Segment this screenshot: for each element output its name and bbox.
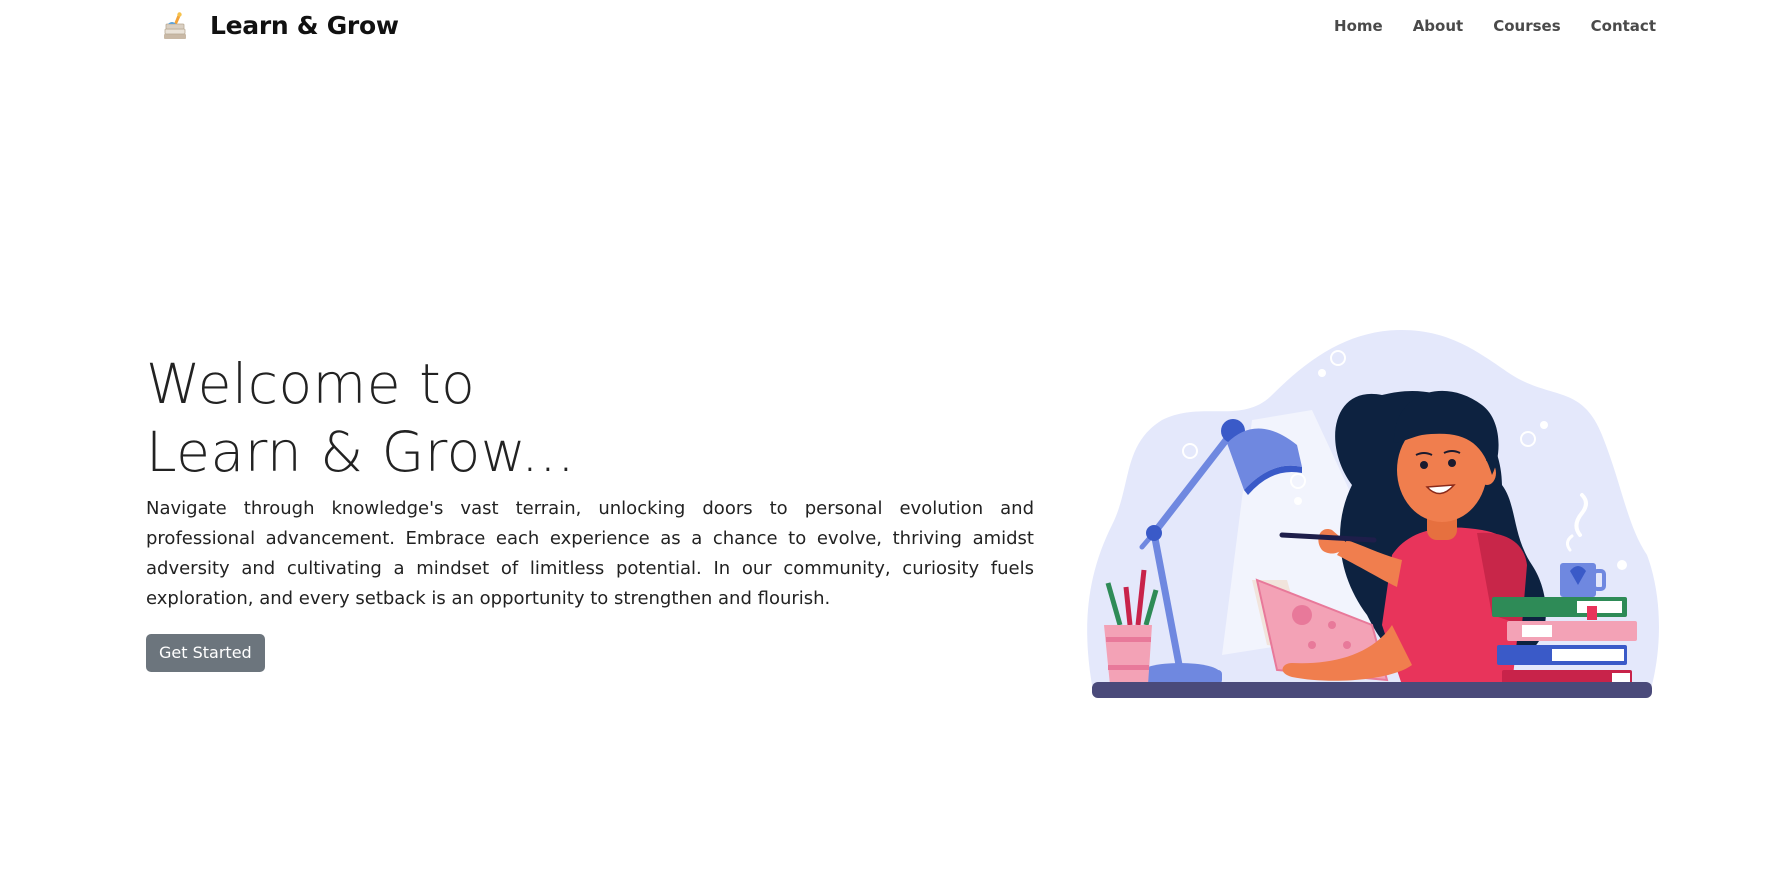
nav-links: Home About Courses Contact bbox=[1304, 16, 1656, 36]
girl-studying-illustration bbox=[1087, 330, 1659, 698]
hero-title-line1: Welcome to bbox=[146, 352, 476, 416]
brand-link[interactable]: Learn & Grow bbox=[160, 8, 399, 44]
get-started-button[interactable]: Get Started bbox=[146, 634, 265, 672]
hero-description: Navigate through knowledge's vast terrai… bbox=[146, 498, 1034, 609]
hero-section: Welcome to Learn & Grow... Navigate thro… bbox=[146, 350, 1036, 672]
nav-link-home[interactable]: Home bbox=[1334, 16, 1383, 36]
bubble bbox=[1102, 495, 1114, 507]
bubble bbox=[1108, 461, 1128, 481]
desk bbox=[1092, 682, 1652, 698]
nav-link-courses[interactable]: Courses bbox=[1493, 16, 1560, 36]
books-logo-icon bbox=[164, 12, 186, 39]
nav-link-about[interactable]: About bbox=[1413, 16, 1464, 36]
hero-title-line2: Learn & Grow... bbox=[146, 420, 576, 484]
bubble bbox=[1318, 369, 1326, 377]
hero-title: Welcome to Learn & Grow... bbox=[146, 350, 1036, 486]
nav-link-contact[interactable]: Contact bbox=[1591, 16, 1656, 36]
brand-name: Learn & Grow bbox=[210, 11, 399, 40]
eye-right bbox=[1448, 459, 1456, 467]
bubble bbox=[1617, 560, 1627, 570]
bubble bbox=[1540, 421, 1548, 429]
eye-left bbox=[1420, 461, 1428, 469]
navbar: Learn & Grow Home About Courses Contact bbox=[0, 0, 1789, 52]
